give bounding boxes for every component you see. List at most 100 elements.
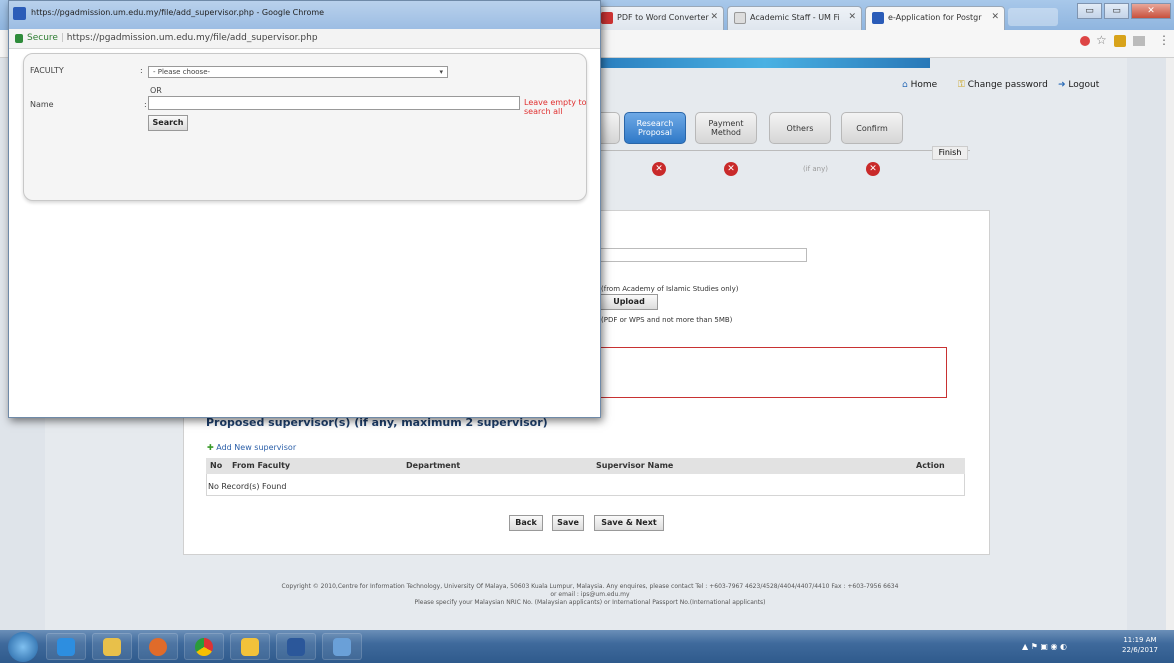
popup-window: https://pgadmission.um.edu.my/file/add_s… — [8, 0, 601, 418]
shield-icon — [872, 12, 884, 24]
tab-label: PDF to Word Converter — [617, 13, 709, 22]
step-confirm[interactable]: Confirm — [841, 112, 903, 144]
empty-row: No Record(s) Found — [208, 482, 287, 491]
title-field[interactable] — [600, 248, 807, 262]
add-supervisor-label: Add New supervisor — [216, 443, 297, 452]
word-icon — [287, 638, 305, 656]
change-password-label: Change password — [967, 80, 1048, 90]
faculty-label: FACULTY — [30, 66, 64, 75]
step-others[interactable]: Others — [769, 112, 831, 144]
folder-icon — [103, 638, 121, 656]
secure-label: Secure — [27, 33, 58, 43]
incomplete-icon: ✕ — [866, 162, 880, 176]
home-label: Home — [910, 80, 938, 90]
chevron-down-icon: ▾ — [439, 68, 443, 76]
footer: Copyright © 2010,Centre for Information … — [180, 583, 1000, 607]
close-icon[interactable]: ✕ — [848, 12, 856, 22]
logout-icon: ➜ — [1058, 80, 1066, 90]
col-no: No — [210, 461, 223, 470]
step-label: Others — [786, 123, 814, 133]
app-icon — [241, 638, 259, 656]
home-link[interactable]: ⌂ Home — [902, 80, 937, 96]
finish-label: Finish — [932, 146, 968, 160]
save-button[interactable]: Save — [552, 515, 584, 531]
popup-url: https://pgadmission.um.edu.my/file/add_s… — [66, 33, 318, 43]
extension-icon[interactable] — [1080, 36, 1090, 46]
name-input[interactable] — [148, 96, 520, 110]
taskbar-explorer[interactable] — [92, 633, 132, 660]
ie-icon — [57, 638, 75, 656]
step-label: Payment Method — [708, 119, 744, 137]
faculty-select[interactable]: - Please choose- ▾ — [148, 66, 448, 78]
close-icon[interactable]: ✕ — [991, 12, 999, 22]
taskbar-app[interactable] — [230, 633, 270, 660]
minimize-icon[interactable]: ▭ — [1077, 3, 1102, 19]
change-password-link[interactable]: ⚿ Change password — [958, 80, 1048, 96]
lock-icon — [15, 34, 23, 43]
format-note: (PDF or WPS and not more than 5MB) — [601, 316, 733, 324]
menu-icon[interactable]: ⋮ — [1158, 33, 1170, 47]
popup-title-bar[interactable]: https://pgadmission.um.edu.my/file/add_s… — [9, 1, 600, 29]
new-tab-button[interactable] — [1008, 8, 1058, 26]
cast-icon[interactable] — [1133, 36, 1145, 46]
popup-address-bar[interactable]: Secure | https://pgadmission.um.edu.my/f… — [9, 29, 600, 49]
taskbar-media[interactable] — [138, 633, 178, 660]
close-icon[interactable]: ✕ — [710, 12, 718, 22]
add-supervisor-link[interactable]: ✚ Add New supervisor — [207, 443, 296, 452]
tab-pdf-converter[interactable]: PDF to Word Converter ✕ — [594, 6, 724, 30]
search-button[interactable]: Search — [148, 115, 188, 131]
col-action: Action — [916, 461, 945, 470]
clock-date: 22/6/2017 — [1122, 646, 1158, 654]
tab-e-application[interactable]: e-Application for Postgr ✕ — [865, 6, 1005, 30]
media-icon — [149, 638, 167, 656]
footer-line: or email : ips@um.edu.my — [550, 591, 630, 598]
incomplete-icon: ✕ — [652, 162, 666, 176]
profile-icon[interactable] — [1114, 35, 1126, 47]
popup-title: https://pgadmission.um.edu.my/file/add_s… — [31, 8, 325, 17]
step-payment-method[interactable]: Payment Method — [695, 112, 757, 144]
upload-button[interactable]: Upload — [600, 294, 658, 310]
clock[interactable]: 11:19 AM 22/6/2017 — [1122, 635, 1158, 655]
page-scrollbar[interactable] — [1166, 58, 1174, 630]
save-next-button[interactable]: Save & Next — [594, 515, 664, 531]
islamic-note: (from Academy of Islamic Studies only) — [601, 285, 739, 293]
home-icon: ⌂ — [902, 80, 908, 90]
footer-line: Please specify your Malaysian NRIC No. (… — [414, 599, 766, 606]
tab-label: e-Application for Postgr — [888, 13, 982, 22]
logout-link[interactable]: ➜ Logout — [1058, 80, 1099, 96]
star-icon[interactable]: ☆ — [1096, 33, 1107, 47]
taskbar-ie[interactable] — [46, 633, 86, 660]
search-hint: Leave empty to search all — [524, 98, 587, 116]
maximize-icon[interactable]: ▭ — [1104, 3, 1129, 19]
col-faculty: From Faculty — [232, 461, 291, 470]
logout-label: Logout — [1068, 80, 1100, 90]
step-label: Research Proposal — [636, 119, 674, 137]
taskbar-chrome[interactable] — [184, 633, 224, 660]
taskbar-word[interactable] — [276, 633, 316, 660]
start-button[interactable] — [8, 632, 38, 662]
name-label: Name — [30, 100, 54, 109]
back-button[interactable]: Back — [509, 515, 543, 531]
close-window-icon[interactable]: ✕ — [1131, 3, 1171, 19]
tray-icons[interactable]: ▲ ⚑ ▣ ◉ ◐ — [1022, 642, 1112, 652]
step-line — [600, 150, 970, 151]
table-header — [206, 458, 965, 474]
search-box: FACULTY : - Please choose- ▾ OR Name : L… — [23, 53, 587, 201]
clock-time: 11:19 AM — [1123, 636, 1157, 644]
site-banner — [600, 58, 930, 68]
faculty-select-value: - Please choose- — [153, 68, 211, 76]
separator: : — [144, 100, 147, 109]
col-department: Department — [406, 461, 461, 470]
shield-icon — [13, 7, 26, 20]
taskbar-paint[interactable] — [322, 633, 362, 660]
tab-academic-staff[interactable]: Academic Staff - UM Fi ✕ — [727, 6, 862, 30]
incomplete-icon: ✕ — [724, 162, 738, 176]
proposal-textarea[interactable] — [600, 347, 947, 398]
or-label: OR — [150, 86, 162, 95]
tab-label: Academic Staff - UM Fi — [750, 13, 840, 22]
separator: : — [140, 66, 143, 75]
tab-favicon — [601, 12, 613, 24]
chrome-icon — [195, 638, 213, 656]
step-research-proposal[interactable]: Research Proposal — [624, 112, 686, 144]
col-supervisor: Supervisor Name — [596, 461, 674, 470]
